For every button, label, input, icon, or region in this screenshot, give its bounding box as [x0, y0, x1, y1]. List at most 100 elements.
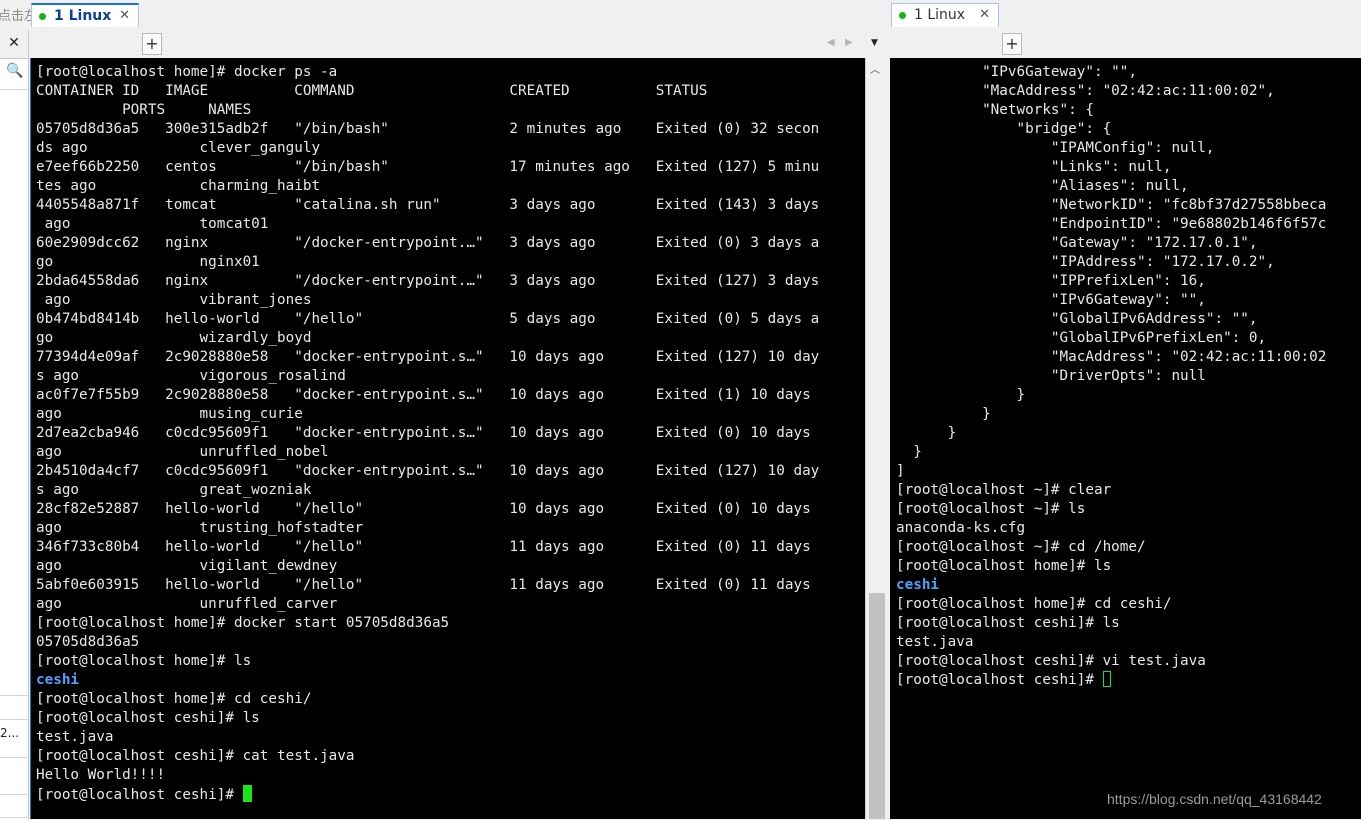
panel-divider [0, 89, 28, 90]
new-tab-button[interactable]: + [1002, 33, 1022, 55]
cursor [1102, 671, 1111, 687]
terminal-line: "MacAddress": "02:42:ac:11:00:02", [896, 83, 1275, 99]
terminal-line: s ago great_wozniak [36, 482, 312, 498]
cursor [242, 785, 252, 802]
terminal-line: 2b4510da4cf7 c0cdc95609f1 "docker-entryp… [36, 463, 820, 479]
terminal-line: 0b474bd8414b hello-world "/hello" 5 days… [36, 311, 820, 327]
terminal-line: 05705d8d36a5 300e315adb2f "/bin/bash" 2 … [36, 121, 820, 137]
terminal-left[interactable]: [root@localhost home]# docker ps -a CONTA… [30, 58, 865, 819]
terminal-line: } [896, 406, 991, 422]
terminal-line: [root@localhost home]# ls [36, 653, 252, 669]
terminal-line: e7eef66b2250 centos "/bin/bash" 17 minut… [36, 159, 820, 175]
tab-linux-right[interactable]: 1 Linux ✕ [891, 3, 999, 27]
right-tab-bar [889, 30, 1361, 57]
new-tab-button[interactable]: + [142, 33, 162, 55]
terminal-line: [root@localhost ceshi]# ls [896, 615, 1120, 631]
terminal-line: "GlobalIPv6Address": "", [896, 311, 1258, 327]
terminal-line: PORTS NAMES [36, 102, 252, 118]
terminal-line: "IPPrefixLen": 16, [896, 273, 1206, 289]
session-panel: ✕ 🔍 2... [0, 30, 29, 820]
tab-label: 1 Linux [54, 8, 112, 24]
terminal-line: "Links": null, [896, 159, 1172, 175]
terminal-line: ago tomcat01 [36, 216, 269, 232]
terminal-line: [root@localhost ~]# cd /home/ [896, 539, 1146, 555]
connected-status-icon [899, 12, 906, 19]
chevron-right-icon[interactable]: ▶ [845, 37, 853, 48]
terminal-line: [root@localhost home]# docker ps -a [36, 64, 338, 80]
scroll-up-arrow-icon[interactable]: ︿ [870, 61, 880, 76]
terminal-line: "IPv6Gateway": "", [896, 292, 1206, 308]
chevron-left-icon[interactable]: ◀ [827, 37, 835, 48]
terminal-line: [root@localhost ceshi]# cat test.java [36, 748, 355, 764]
terminal-line: } [896, 444, 922, 460]
panel-divider [0, 817, 28, 818]
terminal-line: 60e2909dcc62 nginx "/docker-entrypoint.…… [36, 235, 820, 251]
terminal-line: "Networks": { [896, 102, 1094, 118]
tab-menu-icon[interactable]: ▼ [871, 38, 878, 48]
tab-label: 1 Linux [914, 7, 966, 23]
terminal-line: ds ago clever_ganguly [36, 140, 321, 156]
scroll-thumb[interactable] [869, 593, 885, 819]
terminal-line: go nginx01 [36, 254, 260, 270]
terminal-line: "GlobalIPv6PrefixLen": 0, [896, 330, 1267, 346]
terminal-line: 2bda64558da6 nginx "/docker-entrypoint.…… [36, 273, 820, 289]
terminal-line: [root@localhost ceshi]# ls [36, 710, 260, 726]
terminal-line: go wizardly_boyd [36, 330, 312, 346]
terminal-line: ceshi [36, 672, 80, 688]
panel-divider [0, 695, 28, 696]
terminal-line: test.java [36, 729, 114, 745]
terminal-line: "NetworkID": "fc8bf37d27558bbeca [896, 197, 1327, 213]
terminal-line: ago unruffled_carver [36, 596, 338, 612]
connected-status-icon [39, 13, 46, 20]
terminal-line: [root@localhost home]# ls [896, 558, 1112, 574]
terminal-line: tes ago charming_haibt [36, 178, 321, 194]
terminal-line: "EndpointID": "9e68802b146f6f57c [896, 216, 1327, 232]
terminal-line: ago vigilant_dewdney [36, 558, 338, 574]
tab-close-icon[interactable]: ✕ [119, 8, 130, 23]
terminal-line: ac0f7e7f55b9 2c9028880e58 "docker-entryp… [36, 387, 811, 403]
top-hint-bar: 点击左侧的箭头按钮。 [0, 0, 1361, 30]
panel-divider [0, 757, 28, 758]
terminal-line: 4405548a871f tomcat "catalina.sh run" 3 … [36, 197, 820, 213]
terminal-line: "Gateway": "172.17.0.1", [896, 235, 1258, 251]
terminal-line: [root@localhost home]# cd ceshi/ [896, 596, 1172, 612]
terminal-line: 5abf0e603915 hello-world "/hello" 11 day… [36, 577, 811, 593]
terminal-line: "DriverOpts": null [896, 368, 1206, 384]
terminal-line: [root@localhost ~]# clear [896, 482, 1112, 498]
terminal-line: [root@localhost ~]# ls [896, 501, 1086, 517]
terminal-scrollbar[interactable]: ︿ [865, 58, 887, 819]
terminal-line: ] [896, 463, 905, 479]
session-list: 🔍 2... [0, 58, 28, 820]
terminal-line: ago trusting_hofstadter [36, 520, 364, 536]
terminal-line: CONTAINER ID IMAGE COMMAND CREATED STATU… [36, 83, 708, 99]
panel-close-icon[interactable]: ✕ [0, 30, 28, 56]
terminal-line: ago unruffled_nobel [36, 444, 329, 460]
terminal-output: "IPv6Gateway": "", "MacAddress": "02:42:… [890, 58, 1361, 690]
tab-close-icon[interactable]: ✕ [979, 7, 990, 22]
terminal-line: test.java [896, 634, 974, 650]
terminal-line: 346f733c80b4 hello-world "/hello" 11 day… [36, 539, 811, 555]
terminal-right[interactable]: "IPv6Gateway": "", "MacAddress": "02:42:… [890, 58, 1361, 819]
terminal-line: ago vibrant_jones [36, 292, 312, 308]
search-icon[interactable]: 🔍 [6, 63, 23, 79]
terminal-line: "IPAMConfig": null, [896, 140, 1215, 156]
terminal-line: [root@localhost ceshi]# [36, 785, 865, 804]
terminal-line: 28cf82e52887 hello-world "/hello" 10 day… [36, 501, 811, 517]
terminal-line: 77394d4e09af 2c9028880e58 "docker-entryp… [36, 349, 820, 365]
terminal-line: "bridge": { [896, 121, 1112, 137]
terminal-line: anaconda-ks.cfg [896, 520, 1026, 536]
terminal-line: [root@localhost home]# cd ceshi/ [36, 691, 312, 707]
terminal-line: } [896, 387, 1026, 403]
terminal-line: "IPAddress": "172.17.0.2", [896, 254, 1275, 270]
panel-divider [0, 794, 28, 795]
terminal-line: ago musing_curie [36, 406, 303, 422]
session-item-label[interactable]: 2... [0, 726, 19, 740]
watermark-text: https://blog.csdn.net/qq_43168442 [1107, 791, 1322, 807]
terminal-line: [root@localhost home]# docker start 0570… [36, 615, 450, 631]
tab-linux-left[interactable]: 1 Linux ✕ [31, 3, 139, 27]
terminal-line: "Aliases": null, [896, 178, 1189, 194]
terminal-line: [root@localhost ceshi]# [896, 671, 1361, 690]
terminal-output: [root@localhost home]# docker ps -a CONTA… [31, 58, 865, 804]
terminal-line: Hello World!!!! [36, 767, 166, 783]
terminal-line: [root@localhost ceshi]# vi test.java [896, 653, 1206, 669]
